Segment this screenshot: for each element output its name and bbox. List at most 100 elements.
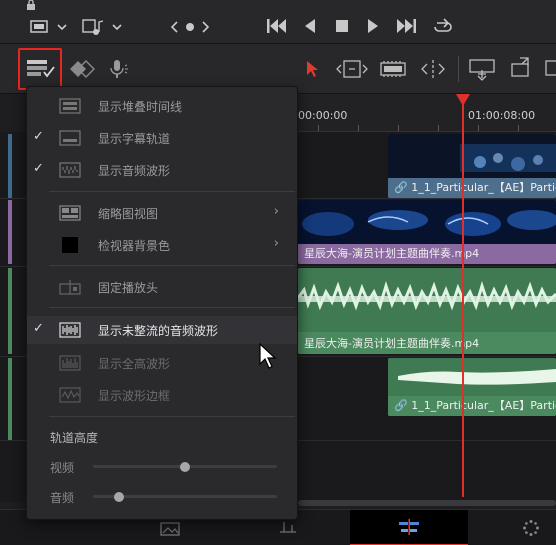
insert-clip-icon[interactable] — [468, 58, 498, 84]
menu-item-label: 显示音频波形 — [98, 164, 171, 178]
audio-height-slider[interactable] — [93, 491, 277, 502]
waveform-border-icon — [59, 387, 81, 403]
menu-item-label: 显示波形边框 — [98, 389, 171, 403]
submenu-arrow-icon: › — [273, 236, 279, 251]
menu-item-subtitle-track[interactable]: ✓ 显示字幕轨道 — [27, 124, 297, 152]
clip-label: 🔗 1_1_Particular_【AE】Partic — [388, 178, 556, 198]
ruler-tick — [318, 125, 319, 131]
voiceover-mic-icon[interactable] — [108, 58, 130, 84]
ruler-tick — [358, 125, 359, 131]
audio-track-dropdown-icon[interactable] — [82, 17, 126, 37]
full-height-waveform-icon — [59, 355, 81, 371]
audio-clip-particular[interactable]: 🔗 1_1_Particular_【AE】Partic — [388, 358, 556, 416]
menu-item-unrectified-waveform[interactable]: ✓ 显示未整流的音频波形 — [27, 316, 297, 344]
submenu-arrow-icon: › — [273, 204, 279, 219]
play-icon[interactable] — [366, 17, 380, 35]
playhead-handle[interactable] — [456, 94, 470, 106]
timeline-view-options-menu: 显示堆叠时间线 ✓ 显示字幕轨道 ✓ 显示音频波形 缩略图视图 › 检视器背景色… — [26, 86, 298, 520]
clip-label: 🔗 1_1_Particular_【AE】Partic — [388, 396, 556, 416]
fusion-page-icon — [523, 520, 539, 536]
ruler-tick — [478, 125, 479, 131]
menu-item-fixed-playhead[interactable]: 固定播放头 — [27, 273, 297, 301]
audio-clip-xingchen[interactable]: 星辰大海-演员计划主题曲伴奏.mp4 — [298, 268, 556, 354]
menu-separator — [49, 416, 295, 417]
video-height-slider[interactable] — [93, 461, 277, 472]
fixed-playhead-icon — [59, 280, 81, 295]
video-height-label: 视频 — [50, 461, 75, 475]
viewer-bg-color-icon — [62, 237, 78, 253]
clip-label: 星辰大海-演员计划主题曲伴奏.mp4 — [298, 244, 556, 264]
skip-to-end-icon[interactable] — [395, 17, 417, 35]
blade-icon[interactable] — [418, 58, 448, 84]
menu-item-full-height-waveform[interactable]: 显示全高波形 — [27, 349, 297, 377]
toolbar-divider — [458, 56, 459, 82]
stacked-timelines-icon — [59, 98, 81, 114]
davinci-resolve-edit-page: 00:00:00 01:00:08:00 🔗 1_1_Particular_【A… — [0, 0, 556, 545]
snapping-icon[interactable] — [68, 58, 96, 84]
audio-waveform — [298, 268, 556, 332]
loop-icon[interactable] — [432, 16, 454, 36]
ruler-tick — [398, 125, 399, 131]
menu-item-thumbnail-view[interactable]: 缩略图视图 › — [27, 199, 297, 227]
video-clip-particular[interactable]: 🔗 1_1_Particular_【AE】Partic — [388, 134, 556, 198]
menu-item-label: 缩略图视图 — [98, 207, 159, 221]
unrectified-waveform-icon — [59, 322, 81, 338]
lock-icon[interactable] — [25, 0, 37, 10]
video-clip-xingchen[interactable]: 星辰大海-演员计划主题曲伴奏.mp4 — [298, 200, 556, 264]
menu-item-audio-waveform[interactable]: ✓ 显示音频波形 — [27, 156, 297, 184]
thumbnail-view-icon — [59, 205, 81, 221]
skip-to-start-icon[interactable] — [266, 17, 288, 35]
menu-item-waveform-border[interactable]: 显示波形边框 — [27, 381, 297, 409]
audio-waveform-icon — [59, 162, 81, 178]
menu-item-label: 显示全高波形 — [98, 357, 171, 371]
timeline-scrollbar[interactable] — [298, 500, 556, 506]
video-height-slider-knob[interactable] — [180, 461, 190, 472]
next-marker-icon[interactable] — [200, 20, 210, 34]
stop-icon[interactable] — [334, 18, 350, 34]
video-track-color — [8, 200, 12, 264]
ruler-tick — [438, 125, 439, 131]
overwrite-clip-icon[interactable] — [510, 56, 534, 82]
subtitle-track-icon — [59, 130, 81, 146]
audio-height-slider-knob[interactable] — [113, 491, 124, 502]
menu-item-label: 检视器背景色 — [98, 239, 171, 253]
replace-clip-icon[interactable] — [544, 58, 556, 84]
checkmark: ✓ — [33, 321, 44, 336]
media-page-icon — [160, 522, 180, 536]
menu-item-label: 显示堆叠时间线 — [98, 100, 183, 114]
audio-track-color — [8, 358, 12, 440]
clip-thumbnail — [388, 134, 556, 178]
timeline-view-options-icon[interactable] — [26, 58, 58, 84]
fusion-page-tab[interactable] — [516, 510, 546, 545]
marker-dot-icon — [185, 22, 195, 32]
menu-item-label: 固定播放头 — [98, 281, 159, 295]
audio-waveform — [388, 358, 556, 396]
menu-separator — [49, 265, 295, 266]
clip-thumbnail — [298, 200, 556, 244]
cut-page-icon — [280, 522, 296, 533]
play-reverse-icon[interactable] — [303, 17, 317, 35]
audio-track-color — [8, 268, 12, 354]
timecode-marker: 01:00:08:00 — [468, 109, 536, 122]
edit-page-tab[interactable] — [350, 510, 468, 545]
menu-separator — [49, 307, 295, 308]
audio-height-label: 音频 — [50, 491, 75, 505]
dynamic-trim-icon[interactable] — [380, 59, 406, 85]
checkmark: ✓ — [33, 129, 44, 144]
timeline-ruler[interactable]: 00:00:00 01:00:08:00 — [298, 94, 556, 132]
mouse-cursor-icon — [258, 342, 278, 374]
clip-label: 星辰大海-演员计划主题曲伴奏.mp4 — [298, 334, 556, 354]
menu-item-label: 显示未整流的音频波形 — [98, 324, 219, 338]
menu-item-viewer-bg-color[interactable]: 检视器背景色 › — [27, 231, 297, 259]
transport-bar — [0, 0, 556, 44]
video-track-color — [8, 134, 12, 198]
menu-item-label: 显示字幕轨道 — [98, 132, 171, 146]
prev-marker-icon[interactable] — [170, 20, 180, 34]
menu-separator — [49, 191, 295, 192]
monitor-dropdown-icon[interactable] — [30, 19, 74, 35]
playhead[interactable] — [462, 94, 464, 497]
menu-item-stacked-timelines[interactable]: 显示堆叠时间线 — [27, 92, 297, 120]
ruler-tick — [518, 125, 519, 131]
trim-edit-icon[interactable] — [336, 58, 368, 84]
selection-arrow-icon[interactable] — [305, 59, 321, 85]
